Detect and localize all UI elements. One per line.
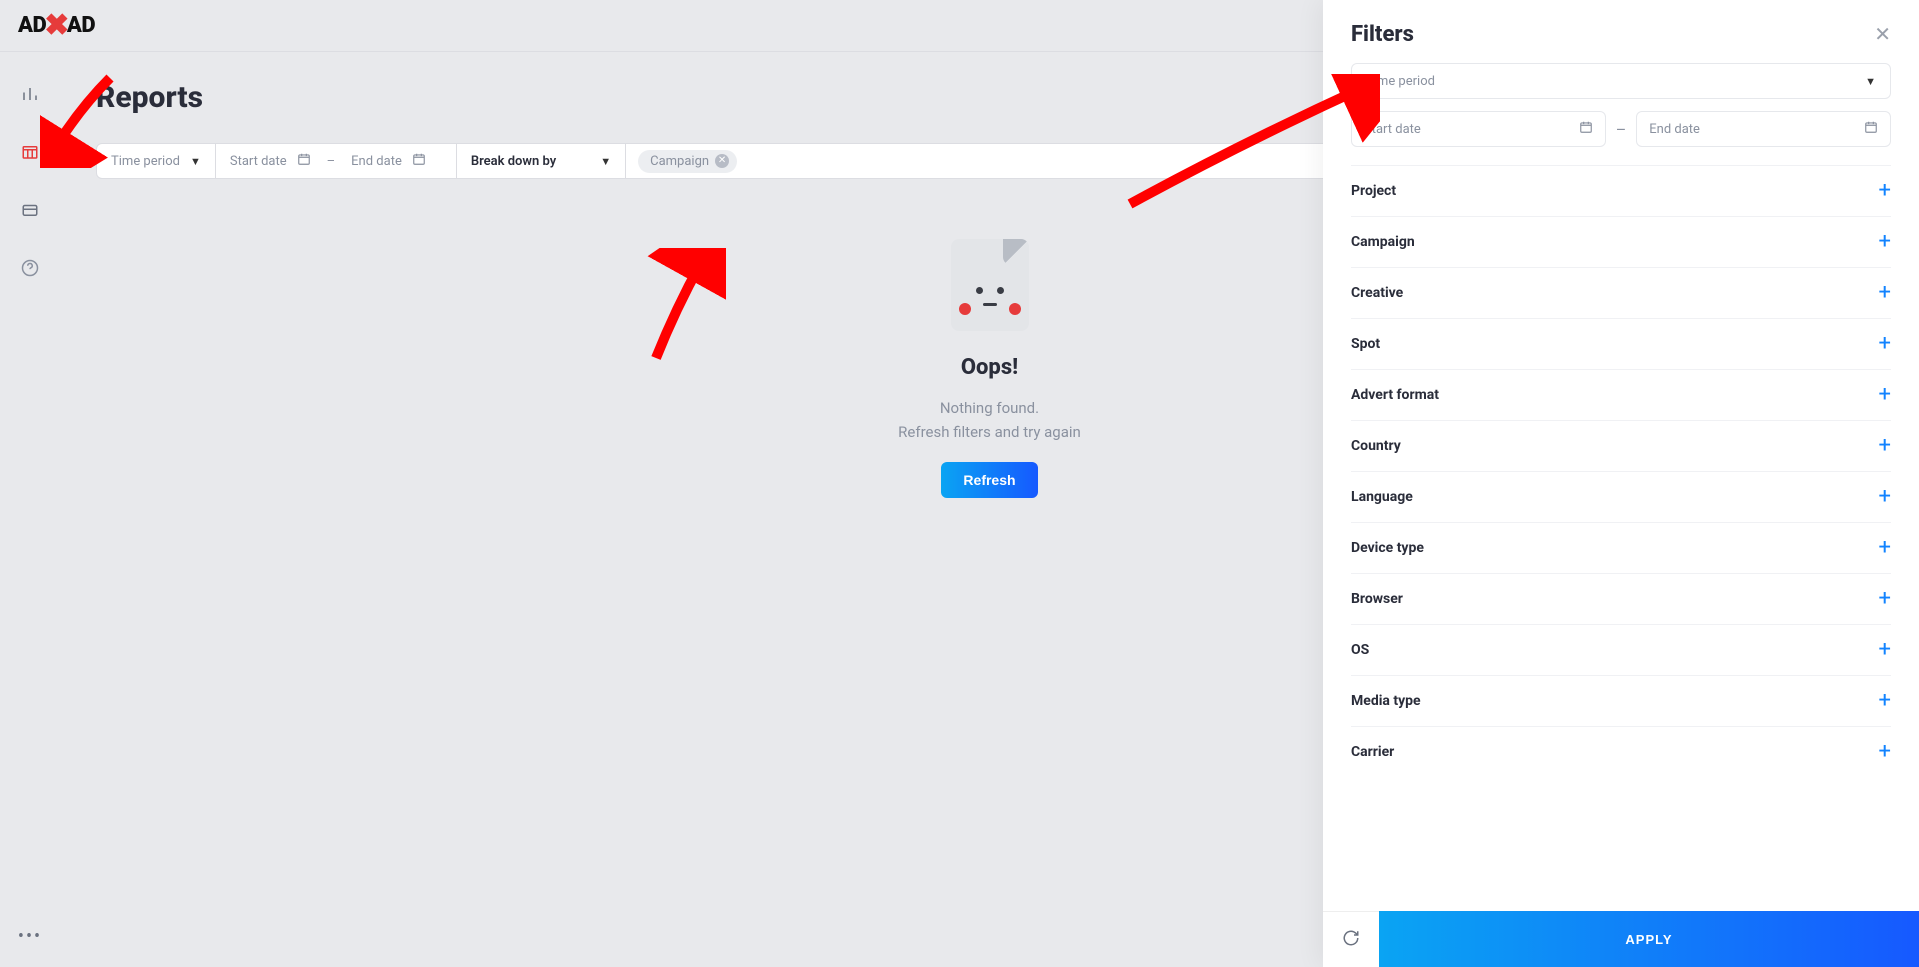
filter-end-date-label: End date [1649, 122, 1700, 137]
filter-row-label: Language [1351, 489, 1413, 505]
plus-icon[interactable]: + [1879, 384, 1891, 406]
logo-x-icon: ✖ [44, 8, 69, 43]
logo-left: AD [18, 13, 46, 38]
plus-icon[interactable]: + [1879, 435, 1891, 457]
nav-stats-icon[interactable] [20, 84, 40, 104]
caret-down-icon: ▼ [1865, 75, 1876, 88]
filters-header: Filters ✕ [1323, 0, 1919, 63]
calendar-icon[interactable] [297, 152, 311, 170]
caret-down-icon: ▼ [190, 155, 201, 168]
time-period-label: Time period [111, 154, 180, 169]
filter-row-label: Advert format [1351, 387, 1439, 403]
plus-icon[interactable]: + [1879, 282, 1891, 304]
start-date-input[interactable]: Start date [230, 154, 287, 169]
empty-line2: Refresh filters and try again [898, 420, 1081, 444]
time-period-select[interactable]: Time period ▼ [96, 143, 216, 179]
nav-more-icon[interactable]: ••• [18, 926, 42, 947]
apply-filters-button[interactable]: APPLY [1379, 911, 1919, 967]
plus-icon[interactable]: + [1879, 588, 1891, 610]
plus-icon[interactable]: + [1879, 741, 1891, 763]
plus-icon[interactable]: + [1879, 231, 1891, 253]
end-date-input[interactable]: End date [351, 154, 402, 169]
filters-body: Time period ▼ Start date – End date Proj… [1323, 63, 1919, 911]
calendar-icon[interactable] [412, 152, 426, 170]
nav-help-icon[interactable] [20, 258, 40, 278]
empty-illustration [951, 239, 1029, 331]
filter-time-period-label: Time period [1366, 74, 1435, 89]
empty-line1: Nothing found. [898, 396, 1081, 420]
filter-date-row: Start date – End date [1351, 111, 1891, 147]
empty-title: Oops! [961, 355, 1018, 380]
filter-date-separator: – [1616, 120, 1627, 139]
filter-start-date-input[interactable]: Start date [1351, 111, 1606, 147]
reset-filters-button[interactable] [1323, 911, 1379, 967]
sidebar: ••• [0, 52, 60, 967]
empty-text: Nothing found. Refresh filters and try a… [898, 396, 1081, 444]
chip-campaign[interactable]: Campaign ✕ [638, 150, 737, 173]
calendar-icon [1579, 120, 1593, 138]
filter-row-label: Campaign [1351, 234, 1415, 250]
caret-down-icon: ▼ [600, 155, 611, 168]
filter-row[interactable]: Project + [1351, 165, 1891, 216]
filter-row[interactable]: Creative + [1351, 267, 1891, 318]
chip-label: Campaign [650, 154, 709, 169]
filter-row-label: OS [1351, 642, 1369, 658]
filters-title: Filters [1351, 22, 1414, 47]
filter-row-label: Creative [1351, 285, 1403, 301]
filter-row[interactable]: Country + [1351, 420, 1891, 471]
filter-row[interactable]: Media type + [1351, 675, 1891, 726]
plus-icon[interactable]: + [1879, 180, 1891, 202]
filter-row-label: Spot [1351, 336, 1380, 352]
filter-row-label: Media type [1351, 693, 1421, 709]
filter-start-date-label: Start date [1364, 122, 1421, 137]
nav-billing-icon[interactable] [20, 200, 40, 220]
breakdown-label: Break down by [471, 154, 556, 169]
chip-remove-icon[interactable]: ✕ [715, 154, 729, 168]
plus-icon[interactable]: + [1879, 486, 1891, 508]
close-filters-button[interactable]: ✕ [1874, 22, 1891, 47]
filter-row-label: Country [1351, 438, 1401, 454]
filter-row[interactable]: Campaign + [1351, 216, 1891, 267]
filter-row-label: Device type [1351, 540, 1424, 556]
logo: AD ✖ AD [18, 8, 95, 43]
date-range-cell: Start date – End date [216, 143, 457, 179]
filter-row[interactable]: Carrier + [1351, 726, 1891, 777]
plus-icon[interactable]: + [1879, 537, 1891, 559]
logo-right: AD [67, 13, 95, 38]
filters-panel: Filters ✕ Time period ▼ Start date – End… [1323, 0, 1919, 967]
filter-row[interactable]: Language + [1351, 471, 1891, 522]
filter-time-period-select[interactable]: Time period ▼ [1351, 63, 1891, 99]
filter-row-label: Carrier [1351, 744, 1394, 760]
date-range-separator: – [321, 154, 342, 169]
calendar-icon [1864, 120, 1878, 138]
breakdown-select[interactable]: Break down by ▼ [457, 143, 626, 179]
filter-row[interactable]: OS + [1351, 624, 1891, 675]
filter-row[interactable]: Advert format + [1351, 369, 1891, 420]
filter-row-label: Project [1351, 183, 1396, 199]
filter-row[interactable]: Device type + [1351, 522, 1891, 573]
refresh-button[interactable]: Refresh [941, 462, 1037, 498]
nav-reports-icon[interactable] [20, 142, 40, 162]
plus-icon[interactable]: + [1879, 333, 1891, 355]
refresh-icon [1342, 929, 1360, 951]
plus-icon[interactable]: + [1879, 639, 1891, 661]
plus-icon[interactable]: + [1879, 690, 1891, 712]
close-icon: ✕ [1874, 24, 1891, 46]
filter-end-date-input[interactable]: End date [1636, 111, 1891, 147]
filter-row-label: Browser [1351, 591, 1403, 607]
filter-row[interactable]: Spot + [1351, 318, 1891, 369]
filters-footer: APPLY [1323, 911, 1919, 967]
filter-row[interactable]: Browser + [1351, 573, 1891, 624]
